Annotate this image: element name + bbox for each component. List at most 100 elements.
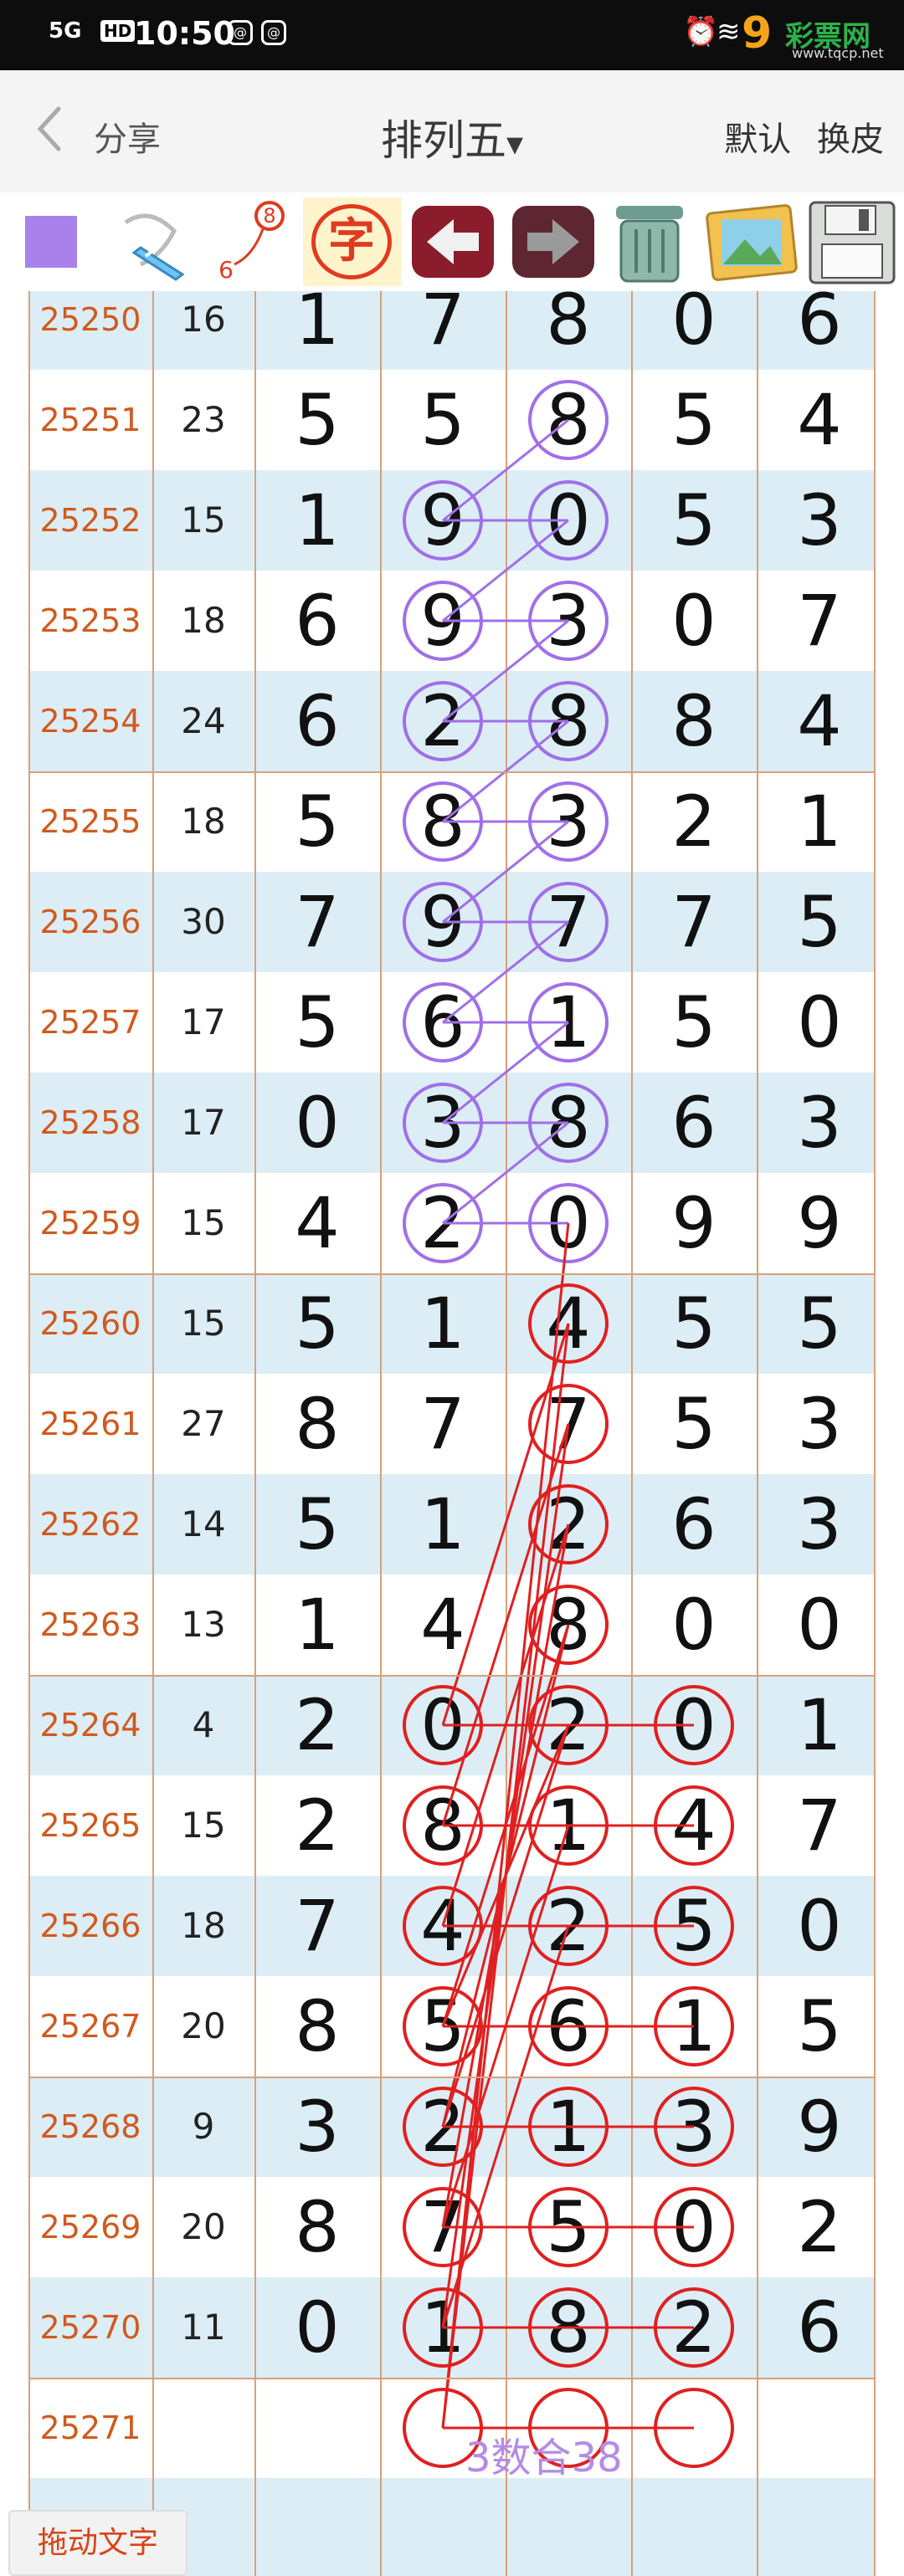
digit-cell[interactable]: 0: [254, 2277, 380, 2378]
digit-cell[interactable]: [380, 2478, 506, 2576]
digit-cell[interactable]: 3: [757, 1474, 882, 1575]
digit-cell[interactable]: 9: [380, 470, 506, 571]
digit-cell[interactable]: 0: [631, 2177, 757, 2277]
digit-cell[interactable]: 9: [380, 571, 506, 671]
digit-cell[interactable]: 1: [506, 1775, 631, 1876]
digit-cell[interactable]: 3: [380, 1073, 506, 1173]
digit-cell[interactable]: 7: [380, 2177, 506, 2277]
digit-cell[interactable]: 7: [380, 291, 506, 370]
digit-cell[interactable]: 5: [380, 370, 506, 470]
digit-cell[interactable]: 1: [506, 2077, 631, 2177]
digit-cell[interactable]: 8: [380, 1775, 506, 1876]
digit-cell[interactable]: 5: [380, 1976, 506, 2077]
digit-cell[interactable]: 6: [757, 291, 882, 370]
digit-cell[interactable]: 4: [380, 1876, 506, 1976]
digit-cell[interactable]: 0: [631, 291, 757, 370]
digit-cell[interactable]: 5: [631, 370, 757, 470]
digit-cell[interactable]: 7: [254, 1876, 380, 1976]
digit-cell[interactable]: 0: [757, 972, 882, 1073]
digit-cell[interactable]: 6: [631, 1474, 757, 1575]
digit-cell[interactable]: 5: [254, 1474, 380, 1575]
digit-cell[interactable]: 7: [631, 872, 757, 972]
digit-cell[interactable]: 5: [254, 1273, 380, 1374]
digit-cell[interactable]: 8: [506, 291, 631, 370]
trash-icon[interactable]: [604, 197, 695, 286]
digit-cell[interactable]: 2: [506, 1474, 631, 1575]
digit-cell[interactable]: 2: [506, 1876, 631, 1976]
digit-cell[interactable]: 7: [757, 571, 882, 671]
digit-cell[interactable]: 2: [506, 1675, 631, 1775]
digit-cell[interactable]: 3: [757, 1073, 882, 1173]
digit-cell[interactable]: 4: [254, 1173, 380, 1273]
digit-cell[interactable]: 1: [380, 1273, 506, 1374]
pen-tool-icon[interactable]: [116, 197, 199, 286]
digit-cell[interactable]: 8: [631, 671, 757, 771]
digit-cell[interactable]: 6: [757, 2277, 882, 2378]
digit-cell[interactable]: 0: [380, 1675, 506, 1775]
digit-cell[interactable]: 7: [757, 1775, 882, 1876]
digit-cell[interactable]: 0: [757, 1575, 882, 1675]
digit-cell[interactable]: [254, 2378, 380, 2478]
digit-cell[interactable]: 1: [380, 2277, 506, 2378]
digit-cell[interactable]: [254, 2478, 380, 2576]
drag-text-button[interactable]: 拖动文字: [8, 2510, 187, 2576]
digit-cell[interactable]: 4: [506, 1273, 631, 1374]
digit-cell[interactable]: 2: [380, 671, 506, 771]
digit-cell[interactable]: 8: [254, 1976, 380, 2077]
digit-cell[interactable]: 5: [631, 1374, 757, 1474]
digit-cell[interactable]: 3: [506, 771, 631, 872]
digit-cell[interactable]: 7: [506, 872, 631, 972]
digit-cell[interactable]: 7: [506, 1374, 631, 1474]
digit-cell[interactable]: 2: [254, 1775, 380, 1876]
digit-cell[interactable]: 2: [380, 2077, 506, 2177]
digit-cell[interactable]: 6: [254, 571, 380, 671]
digit-cell[interactable]: 7: [380, 1374, 506, 1474]
digit-cell[interactable]: 3: [506, 571, 631, 671]
digit-cell[interactable]: 8: [506, 671, 631, 771]
digit-cell[interactable]: 5: [631, 1273, 757, 1374]
digit-cell[interactable]: 1: [254, 470, 380, 571]
digit-cell[interactable]: 2: [254, 1675, 380, 1775]
digit-cell[interactable]: 5: [506, 2177, 631, 2277]
digit-cell[interactable]: 6: [254, 671, 380, 771]
digit-cell[interactable]: 9: [380, 872, 506, 972]
digit-cell[interactable]: 3: [757, 1374, 882, 1474]
digit-cell[interactable]: 1: [757, 1675, 882, 1775]
digit-cell[interactable]: 5: [254, 771, 380, 872]
digit-cell[interactable]: 5: [254, 972, 380, 1073]
digit-cell[interactable]: 1: [380, 1474, 506, 1575]
digit-cell[interactable]: 4: [757, 671, 882, 771]
digit-cell[interactable]: 0: [254, 1073, 380, 1173]
default-button[interactable]: 默认: [724, 120, 791, 159]
digit-cell[interactable]: 5: [254, 370, 380, 470]
digit-cell[interactable]: 8: [506, 370, 631, 470]
digit-cell[interactable]: 8: [380, 771, 506, 872]
digit-cell[interactable]: 8: [254, 1374, 380, 1474]
digit-cell[interactable]: 5: [757, 1273, 882, 1374]
connect-numbers-icon[interactable]: 8 6: [211, 197, 291, 286]
digit-cell[interactable]: 2: [757, 2177, 882, 2277]
digit-cell[interactable]: [757, 2378, 882, 2478]
digit-cell[interactable]: 4: [757, 370, 882, 470]
digit-cell[interactable]: 1: [506, 972, 631, 1073]
digit-cell[interactable]: 9: [757, 2077, 882, 2177]
digit-cell[interactable]: 6: [506, 1976, 631, 2077]
digit-cell[interactable]: 8: [254, 2177, 380, 2277]
digit-cell[interactable]: 0: [631, 1575, 757, 1675]
digit-cell[interactable]: [757, 2478, 882, 2576]
digit-cell[interactable]: 8: [506, 1575, 631, 1675]
digit-cell[interactable]: 6: [380, 972, 506, 1073]
digit-cell[interactable]: 2: [631, 2277, 757, 2378]
digit-cell[interactable]: 5: [757, 872, 882, 972]
digit-cell[interactable]: 5: [631, 1876, 757, 1976]
digit-cell[interactable]: 3: [631, 2077, 757, 2177]
picture-icon[interactable]: [703, 197, 802, 286]
digit-cell[interactable]: 5: [757, 1976, 882, 2077]
digit-cell[interactable]: [506, 2478, 631, 2576]
text-tool-icon[interactable]: 字: [303, 197, 402, 286]
digit-cell[interactable]: 5: [631, 972, 757, 1073]
color-swatch[interactable]: [25, 216, 77, 268]
digit-cell[interactable]: 3: [757, 470, 882, 571]
digit-cell[interactable]: 2: [380, 1173, 506, 1273]
digit-cell[interactable]: [631, 2478, 757, 2576]
